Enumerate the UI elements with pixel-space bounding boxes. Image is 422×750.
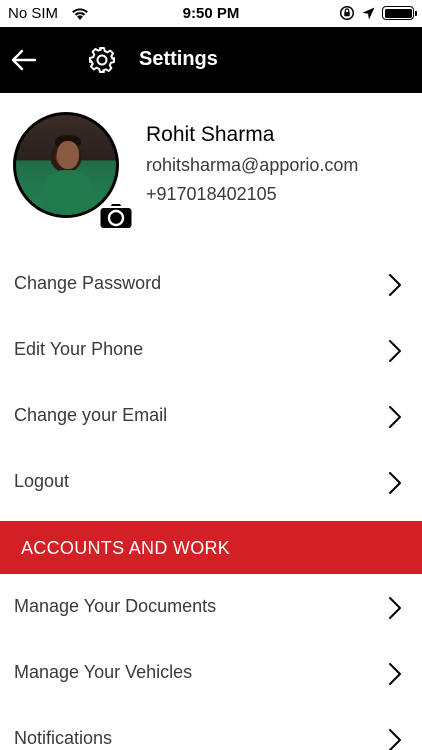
chevron-right-icon — [389, 340, 401, 362]
manage-vehicles-item[interactable]: Manage Your Vehicles — [0, 640, 422, 706]
list-item-label: Manage Your Documents — [14, 596, 217, 616]
gear-icon — [89, 47, 115, 73]
camera-icon[interactable] — [98, 201, 134, 231]
notifications-item[interactable]: Notifications — [0, 706, 422, 750]
status-indicators — [339, 5, 417, 21]
chevron-right-icon — [389, 274, 401, 296]
chevron-right-icon — [389, 663, 401, 685]
page-title: Settings — [139, 48, 218, 70]
profile-section: Rohit Sharma rohitsharma@apporio.com +91… — [0, 93, 422, 251]
edit-phone-item[interactable]: Edit Your Phone — [0, 317, 422, 383]
change-password-item[interactable]: Change Password — [0, 251, 422, 317]
status-bar: No SIM 9:50 PM — [0, 0, 422, 27]
logout-item[interactable]: Logout — [0, 449, 422, 515]
change-email-item[interactable]: Change your Email — [0, 383, 422, 449]
chevron-right-icon — [389, 729, 401, 750]
section-header: ACCOUNTS AND WORK — [0, 521, 422, 574]
profile-email: rohitsharma@apporio.com — [146, 155, 359, 175]
list-item-label: Edit Your Phone — [14, 339, 144, 359]
list-item-label: Manage Your Vehicles — [14, 662, 193, 682]
list-item-label: Change Password — [14, 273, 162, 293]
back-arrow-icon[interactable] — [8, 44, 40, 76]
rotation-lock-icon — [339, 5, 355, 21]
chevron-right-icon — [389, 406, 401, 428]
manage-documents-item[interactable]: Manage Your Documents — [0, 574, 422, 640]
app-header: Settings — [0, 27, 422, 93]
chevron-right-icon — [389, 472, 401, 494]
list-item-label: Logout — [14, 471, 70, 491]
location-arrow-icon — [362, 7, 375, 19]
profile-name: Rohit Sharma — [146, 123, 275, 146]
list-item-label: Notifications — [14, 728, 113, 748]
list-item-label: Change your Email — [14, 405, 168, 425]
battery-icon — [382, 6, 417, 20]
chevron-right-icon — [389, 597, 401, 619]
profile-phone: +917018402105 — [146, 184, 277, 204]
section-title: ACCOUNTS AND WORK — [21, 538, 231, 558]
